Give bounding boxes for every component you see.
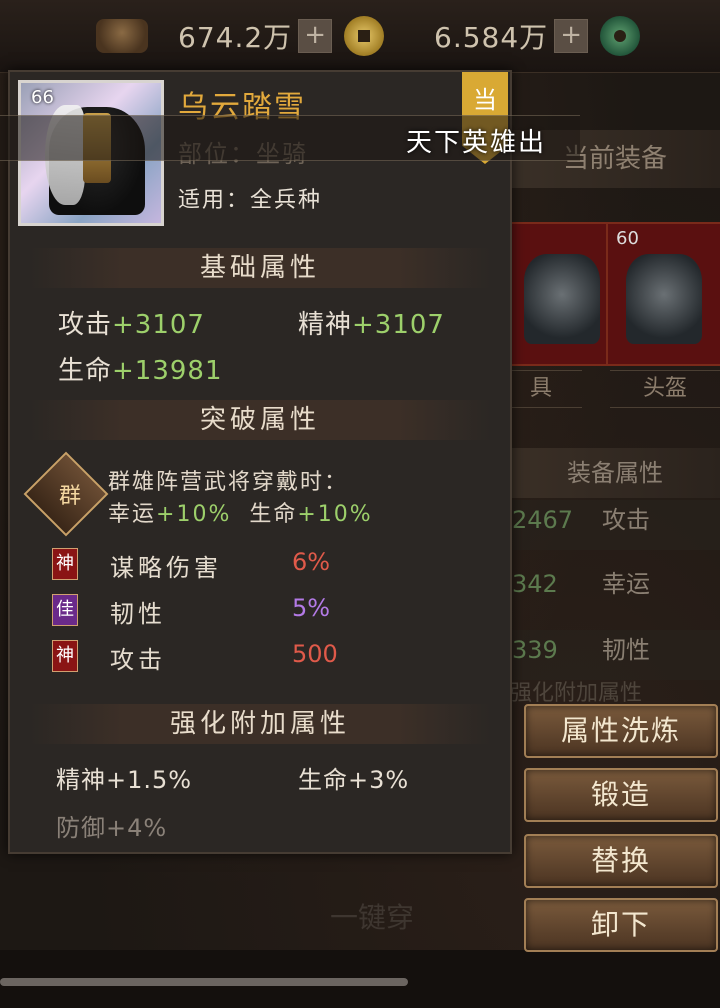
announcement-text: 天下英雄出 — [406, 128, 547, 158]
bonus-strategy-damage: 谋略伤害 — [110, 554, 222, 582]
helmet-level: 60 — [616, 228, 639, 249]
armor-label: 具 — [500, 370, 582, 408]
enhance-defense: 防御+4% — [56, 814, 168, 842]
refine-attributes-button[interactable]: 属性洗炼 — [524, 704, 718, 758]
faction-bonus: 幸运+10% 生命+10% — [108, 502, 373, 527]
armor-art — [524, 254, 600, 344]
equip-card-armor[interactable] — [504, 222, 620, 366]
forge-button[interactable]: 锻造 — [524, 768, 718, 822]
enhance-spirit: 精神+1.5% — [56, 766, 193, 794]
horizontal-scrollbar[interactable] — [0, 978, 408, 986]
fine-grade-icon: 佳 — [52, 594, 78, 626]
enhance-health: 生命+3% — [298, 766, 410, 794]
unequip-button[interactable]: 卸下 — [524, 898, 718, 952]
helmet-label: 头盔 — [610, 370, 720, 408]
item-level: 66 — [31, 87, 54, 108]
add-gold-button[interactable]: + — [554, 19, 589, 53]
copper-coins-icon — [96, 19, 148, 53]
bonus-toughness-value: 5% — [292, 594, 331, 622]
divine-grade-icon: 神 — [52, 640, 78, 672]
equip-all-button[interactable]: 一键穿 — [330, 888, 510, 948]
helmet-art — [626, 254, 702, 344]
stat-health: 生命+13981 — [58, 356, 223, 386]
item-applicable: 适用：全兵种 — [178, 188, 323, 213]
equip-attr-row: 342 幸运 — [512, 570, 650, 598]
equip-attr-row: 2467 攻击 — [510, 500, 720, 550]
bonus-strategy-damage-value: 6% — [292, 548, 331, 576]
bonus-attack: 攻击 — [110, 646, 166, 674]
stat-spirit: 精神+3107 — [298, 310, 445, 340]
equip-attr-title: 装备属性 — [510, 448, 720, 498]
faction-condition: 群雄阵营武将穿戴时： — [108, 470, 349, 495]
divine-grade-icon: 神 — [52, 548, 78, 580]
gold-coin-icon — [344, 16, 385, 56]
copper-amount: 674.2万 — [178, 21, 293, 54]
bonus-toughness: 韧性 — [110, 600, 166, 628]
breakthrough-heading: 突破属性 — [30, 400, 490, 440]
copper-currency: 674.2万 + — [96, 14, 385, 58]
gold-currency: 6.584万 + — [404, 14, 641, 58]
currency-bar: 674.2万 + 6.584万 + — [0, 0, 720, 73]
gold-amount: 6.584万 — [434, 21, 549, 54]
base-attr-heading: 基础属性 — [30, 248, 490, 288]
equip-card-helmet[interactable]: 60 — [606, 222, 720, 366]
jade-coin-icon — [600, 16, 641, 56]
item-detail-panel: 66 乌云踏雪 部位：坐骑 适用：全兵种 当 基础属性 攻击+3107 精神+3… — [8, 70, 512, 854]
faction-label: 群 — [58, 484, 81, 509]
equip-attr-row: 339 韧性 — [510, 630, 720, 680]
add-copper-button[interactable]: + — [298, 19, 333, 53]
stat-attack: 攻击+3107 — [58, 310, 205, 340]
enhance-heading: 强化附加属性 — [30, 704, 490, 744]
replace-button[interactable]: 替换 — [524, 834, 718, 888]
bonus-attack-value: 500 — [292, 640, 338, 668]
